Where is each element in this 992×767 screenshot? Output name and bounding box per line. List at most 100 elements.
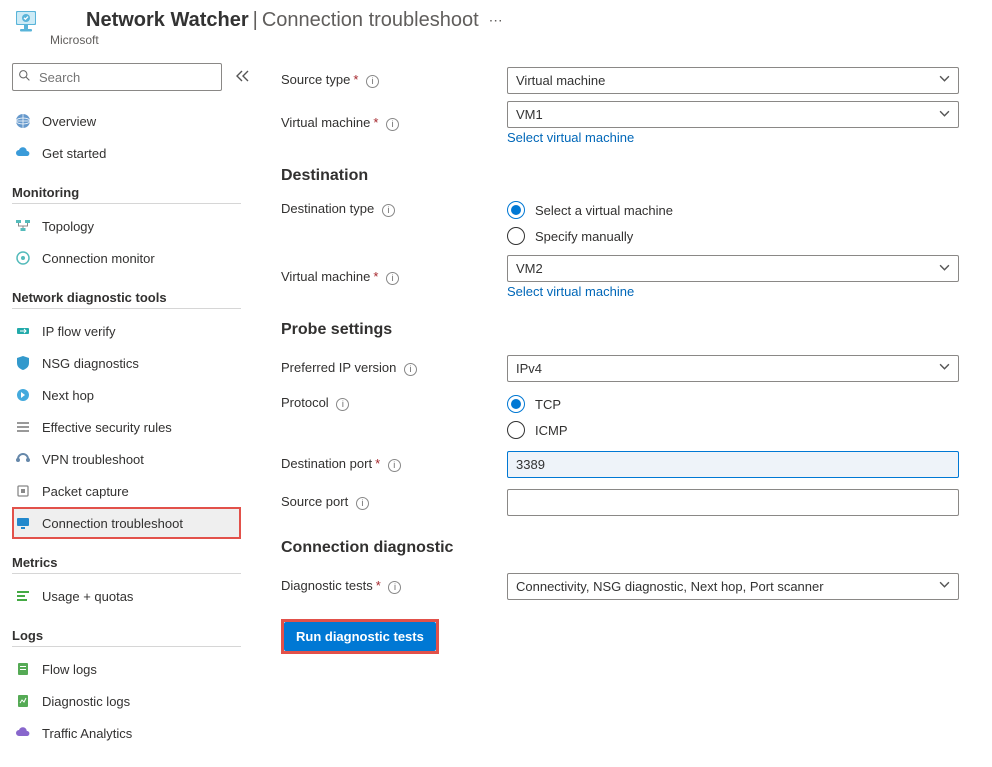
sidebar-item-label: IP flow verify bbox=[42, 324, 115, 339]
select-ip-version[interactable]: IPv4 bbox=[507, 355, 959, 382]
radio-specify-manually[interactable]: Specify manually bbox=[507, 227, 959, 245]
sidebar-item-vpn-troubleshoot[interactable]: VPN troubleshoot bbox=[12, 443, 241, 475]
sidebar-item-traffic-analytics[interactable]: Traffic Analytics bbox=[12, 717, 241, 749]
sidebar-item-label: Next hop bbox=[42, 388, 94, 403]
section-probe: Probe settings bbox=[281, 321, 992, 339]
sidebar-item-nsg-diagnostics[interactable]: NSG diagnostics bbox=[12, 347, 241, 379]
label-protocol: Protocol i bbox=[281, 393, 507, 411]
sidebar-item-diagnostic-logs[interactable]: Diagnostic logs bbox=[12, 685, 241, 717]
sidebar-item-get-started[interactable]: Get started bbox=[12, 137, 241, 169]
select-dest-vm[interactable]: VM2 bbox=[507, 255, 959, 282]
info-icon[interactable]: i bbox=[388, 459, 401, 472]
capture-icon bbox=[14, 482, 32, 500]
chevron-down-icon bbox=[939, 73, 950, 87]
usage-icon bbox=[14, 587, 32, 605]
sidebar-item-packet-capture[interactable]: Packet capture bbox=[12, 475, 241, 507]
label-src-port: Source port i bbox=[281, 494, 507, 510]
radio-icon bbox=[507, 395, 525, 413]
label-diagnostic-tests: Diagnostic tests* i bbox=[281, 578, 507, 594]
sidebar-item-label: Flow logs bbox=[42, 662, 97, 677]
label-ip-version: Preferred IP version i bbox=[281, 360, 507, 376]
vpn-icon bbox=[14, 450, 32, 468]
sidebar-item-label: NSG diagnostics bbox=[42, 356, 139, 371]
run-diagnostic-button[interactable]: Run diagnostic tests bbox=[284, 622, 436, 651]
diagnostic-logs-icon bbox=[14, 692, 32, 710]
sidebar-item-label: Overview bbox=[42, 114, 96, 129]
info-icon[interactable]: i bbox=[356, 497, 369, 510]
globe-icon bbox=[14, 112, 32, 130]
section-title-diagnostic: Network diagnostic tools bbox=[12, 290, 241, 309]
network-watcher-icon bbox=[12, 8, 40, 36]
label-source-type: Source type* i bbox=[281, 72, 507, 88]
radio-tcp[interactable]: TCP bbox=[507, 395, 959, 413]
main-content: Source type* i Virtual machine Virtual m… bbox=[245, 57, 992, 761]
section-diagnostic: Connection diagnostic bbox=[281, 539, 992, 557]
section-title-logs: Logs bbox=[12, 628, 241, 647]
sidebar-item-label: Connection troubleshoot bbox=[42, 516, 183, 531]
sidebar-item-connection-monitor[interactable]: Connection monitor bbox=[12, 242, 241, 274]
radio-icon bbox=[507, 227, 525, 245]
section-title-monitoring: Monitoring bbox=[12, 185, 241, 204]
label-source-vm: Virtual machine* i bbox=[281, 115, 507, 131]
info-icon[interactable]: i bbox=[388, 581, 401, 594]
sidebar-item-label: Get started bbox=[42, 146, 106, 161]
sidebar-item-effective-security-rules[interactable]: Effective security rules bbox=[12, 411, 241, 443]
radio-icon bbox=[507, 421, 525, 439]
radio-group-protocol: TCP ICMP bbox=[507, 393, 959, 439]
search-input[interactable] bbox=[12, 63, 222, 91]
sidebar-item-topology[interactable]: Topology bbox=[12, 210, 241, 242]
traffic-icon bbox=[14, 724, 32, 742]
monitor-icon bbox=[14, 249, 32, 267]
sidebar-item-label: Packet capture bbox=[42, 484, 129, 499]
link-select-source-vm[interactable]: Select virtual machine bbox=[507, 130, 634, 145]
troubleshoot-icon bbox=[14, 514, 32, 532]
radio-select-vm[interactable]: Select a virtual machine bbox=[507, 201, 959, 219]
info-icon[interactable]: i bbox=[386, 272, 399, 285]
sidebar-item-label: Topology bbox=[42, 219, 94, 234]
sidebar-item-ip-flow-verify[interactable]: IP flow verify bbox=[12, 315, 241, 347]
chevron-down-icon bbox=[939, 262, 950, 276]
page-title: Network Watcher|Connection troubleshoot bbox=[50, 8, 479, 32]
radio-icmp[interactable]: ICMP bbox=[507, 421, 959, 439]
info-icon[interactable]: i bbox=[366, 75, 379, 88]
select-source-vm[interactable]: VM1 bbox=[507, 101, 959, 128]
link-select-dest-vm[interactable]: Select virtual machine bbox=[507, 284, 634, 299]
title-sub: Connection troubleshoot bbox=[262, 9, 479, 31]
radio-group-destination-type: Select a virtual machine Specify manuall… bbox=[507, 199, 959, 245]
sidebar-item-label: Usage + quotas bbox=[42, 589, 133, 604]
rules-icon bbox=[14, 418, 32, 436]
radio-icon bbox=[507, 201, 525, 219]
next-hop-icon bbox=[14, 386, 32, 404]
info-icon[interactable]: i bbox=[382, 204, 395, 217]
more-button[interactable]: ⋯ bbox=[489, 8, 504, 32]
sidebar-item-label: Connection monitor bbox=[42, 251, 155, 266]
sidebar-item-label: Effective security rules bbox=[42, 420, 172, 435]
select-diagnostic-tests[interactable]: Connectivity, NSG diagnostic, Next hop, … bbox=[507, 573, 959, 600]
chevron-down-icon bbox=[939, 579, 950, 593]
sidebar-item-next-hop[interactable]: Next hop bbox=[12, 379, 241, 411]
input-src-port[interactable] bbox=[507, 489, 959, 516]
section-title-metrics: Metrics bbox=[12, 555, 241, 574]
info-icon[interactable]: i bbox=[336, 398, 349, 411]
highlight-run-button: Run diagnostic tests bbox=[281, 619, 439, 654]
flow-icon bbox=[14, 322, 32, 340]
chevron-down-icon bbox=[939, 361, 950, 375]
info-icon[interactable]: i bbox=[404, 363, 417, 376]
chevron-down-icon bbox=[939, 108, 950, 122]
select-source-type[interactable]: Virtual machine bbox=[507, 67, 959, 94]
section-destination: Destination bbox=[281, 167, 992, 185]
info-icon[interactable]: i bbox=[386, 118, 399, 131]
label-dest-vm: Virtual machine* i bbox=[281, 269, 507, 285]
page-header: Network Watcher|Connection troubleshoot … bbox=[0, 0, 992, 57]
input-dest-port[interactable]: 3389 bbox=[507, 451, 959, 478]
sidebar-item-label: Diagnostic logs bbox=[42, 694, 130, 709]
sidebar-item-overview[interactable]: Overview bbox=[12, 105, 241, 137]
sidebar-item-label: VPN troubleshoot bbox=[42, 452, 144, 467]
sidebar-item-connection-troubleshoot[interactable]: Connection troubleshoot bbox=[12, 507, 241, 539]
flow-logs-icon bbox=[14, 660, 32, 678]
cloud-icon bbox=[14, 144, 32, 162]
sidebar: Overview Get started Monitoring Topology… bbox=[0, 57, 245, 761]
sidebar-item-flow-logs[interactable]: Flow logs bbox=[12, 653, 241, 685]
sidebar-item-usage-quotas[interactable]: Usage + quotas bbox=[12, 580, 241, 612]
topology-icon bbox=[14, 217, 32, 235]
